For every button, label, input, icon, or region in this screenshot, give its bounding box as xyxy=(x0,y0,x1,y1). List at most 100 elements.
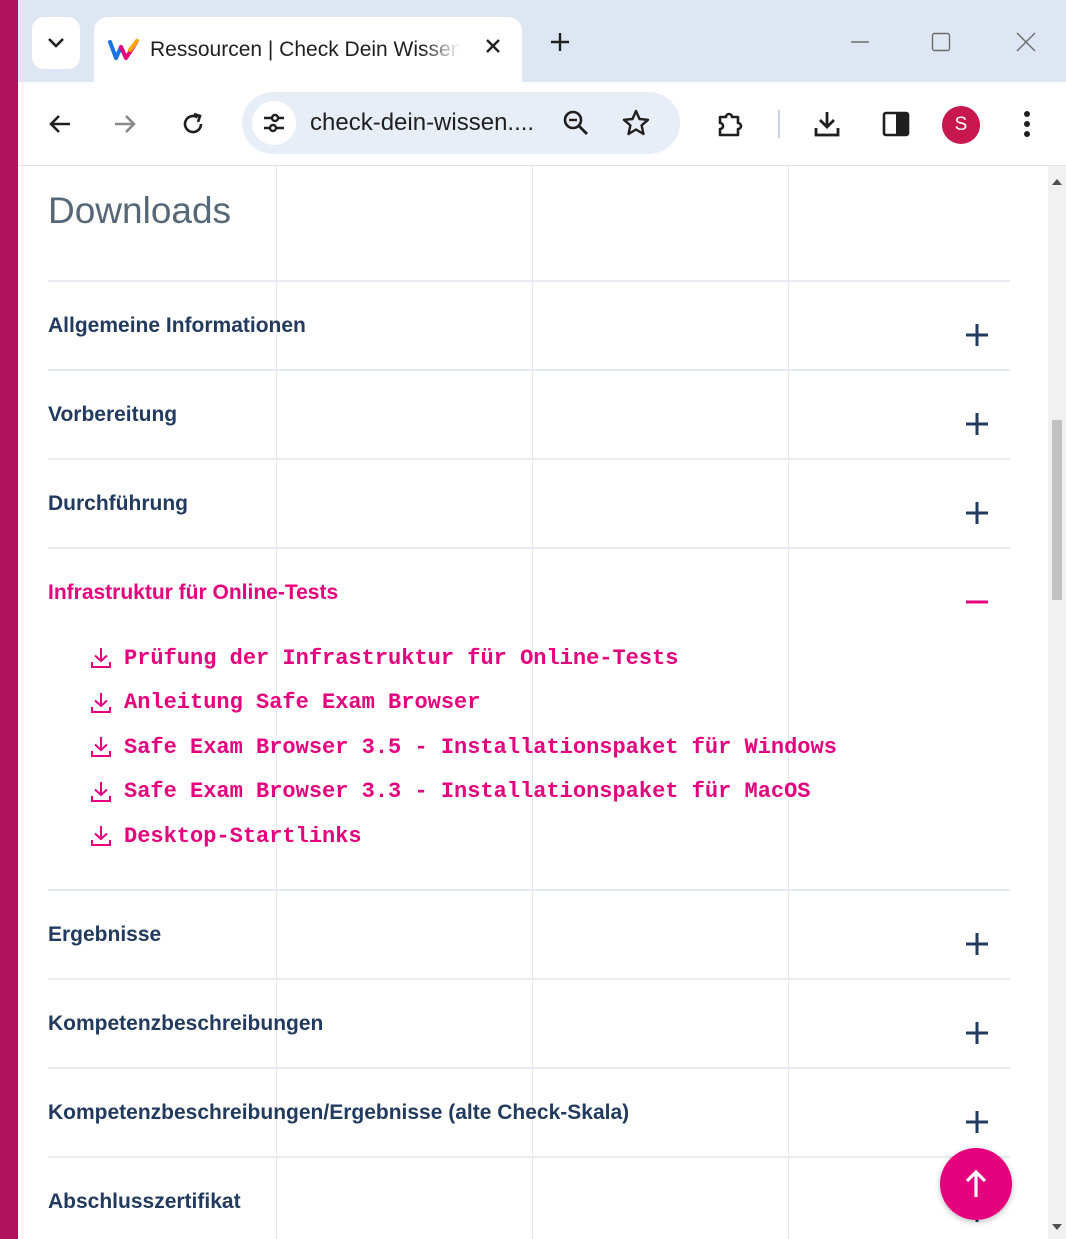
minimize-icon xyxy=(851,41,869,43)
accordion-header[interactable]: Abschlusszertifikat xyxy=(48,1158,1010,1239)
plus-icon xyxy=(551,33,569,51)
arrow-up-icon xyxy=(965,1169,987,1197)
download-link[interactable]: Prüfung der Infrastruktur für Online-Tes… xyxy=(88,636,1010,681)
accordion-header[interactable]: Kompetenzbeschreibungen xyxy=(48,980,1010,1067)
accordion-header[interactable]: Infrastruktur für Online-Tests xyxy=(48,549,1010,636)
expand-toggle[interactable] xyxy=(964,411,990,437)
accordion-item-abschlusszertifikat: Abschlusszertifikat xyxy=(48,1155,1010,1239)
accordion-title: Kompetenzbeschreibungen/Ergebnisse (alte… xyxy=(48,1100,630,1124)
tab-close-button[interactable] xyxy=(478,31,508,61)
url-text: check-dein-wissen.... xyxy=(310,109,535,136)
download-link-label: Anleitung Safe Exam Browser xyxy=(124,690,481,716)
check-dein-wissen-logo xyxy=(108,35,142,65)
download-link[interactable]: Anleitung Safe Exam Browser xyxy=(88,681,1010,726)
accordion-item-ergebnisse: Ergebnisse xyxy=(48,888,1010,978)
close-icon xyxy=(486,39,500,53)
side-panel-icon xyxy=(882,111,910,137)
back-button[interactable] xyxy=(38,102,82,146)
browser-window: Ressourcen | Check Dein Wissen check-dei… xyxy=(18,0,1066,1239)
accordion-title: Ergebnisse xyxy=(48,922,162,946)
accordion-header[interactable]: Allgemeine Informationen xyxy=(48,282,1010,369)
page-content: Downloads Allgemeine Informationen Vorbe… xyxy=(18,166,1048,1239)
accordion-header[interactable]: Durchführung xyxy=(48,460,1010,547)
plus-icon xyxy=(966,413,988,435)
new-tab-button[interactable] xyxy=(542,24,578,60)
download-icon xyxy=(88,734,114,760)
accordion-title: Vorbereitung xyxy=(48,403,178,426)
kebab-menu-icon xyxy=(1024,111,1030,137)
accordion-item-kompetenzbeschreibungen: Kompetenzbeschreibungen xyxy=(48,977,1010,1067)
download-icon xyxy=(88,779,114,805)
browser-menu-button[interactable] xyxy=(1005,102,1049,146)
browser-toolbar: check-dein-wissen.... S xyxy=(18,82,1066,166)
expand-toggle[interactable] xyxy=(964,1020,990,1046)
accordion-title: Durchführung xyxy=(48,492,188,515)
tune-icon xyxy=(264,113,284,133)
arrow-right-icon xyxy=(115,115,136,133)
expand-toggle[interactable] xyxy=(964,500,990,526)
accordion-item-infrastruktur: Infrastruktur für Online-Tests Prüfung d… xyxy=(48,547,1010,889)
reload-button[interactable] xyxy=(171,102,215,146)
accordion-item-kompetenzbeschreibungen-alt: Kompetenzbeschreibungen/Ergebnisse (alte… xyxy=(48,1066,1010,1156)
download-icon xyxy=(88,690,114,716)
accordion-header[interactable]: Kompetenzbeschreibungen/Ergebnisse (alte… xyxy=(48,1069,1010,1156)
accordion-title: Kompetenzbeschreibungen xyxy=(48,1011,324,1035)
collapse-toggle[interactable] xyxy=(964,589,990,615)
accordion-title: Allgemeine Informationen xyxy=(48,314,306,337)
profile-avatar[interactable]: S xyxy=(942,106,980,144)
reload-icon xyxy=(183,112,203,134)
active-tab[interactable]: Ressourcen | Check Dein Wissen xyxy=(94,17,522,82)
downloads-accordion: Allgemeine Informationen Vorbereitung Du… xyxy=(48,280,1010,1239)
accordion-header[interactable]: Ergebnisse xyxy=(48,891,1010,978)
expand-toggle[interactable] xyxy=(964,1109,990,1135)
page-title: Downloads xyxy=(48,190,232,231)
site-info-button[interactable] xyxy=(252,101,296,145)
minimize-button[interactable] xyxy=(840,22,880,62)
download-link[interactable]: Safe Exam Browser 3.5 - Installationspak… xyxy=(88,725,1010,770)
accordion-item-allgemeine-informationen: Allgemeine Informationen xyxy=(48,280,1010,369)
download-link-label: Safe Exam Browser 3.3 - Installationspak… xyxy=(124,779,811,805)
bookmark-button[interactable] xyxy=(618,105,654,141)
minus-icon xyxy=(966,600,988,604)
expand-toggle[interactable] xyxy=(964,931,990,957)
page-scrollbar[interactable] xyxy=(1048,166,1066,1239)
plus-icon xyxy=(966,1021,988,1044)
accordion-header[interactable]: Vorbereitung xyxy=(48,371,1010,458)
download-link-label: Prüfung der Infrastruktur für Online-Tes… xyxy=(124,645,679,671)
accordion-title: Infrastruktur für Online-Tests xyxy=(48,581,339,604)
zoom-out-icon xyxy=(563,110,588,135)
forward-button[interactable] xyxy=(103,102,147,146)
chevron-down-icon xyxy=(48,38,64,48)
tab-search-button[interactable] xyxy=(32,17,80,69)
download-link[interactable]: Safe Exam Browser 3.3 - Installationspak… xyxy=(88,770,1010,815)
accordion-item-vorbereitung: Vorbereitung xyxy=(48,369,1010,458)
triangle-down-icon xyxy=(1052,1224,1062,1230)
arrow-left-icon xyxy=(49,115,70,133)
download-icon xyxy=(88,645,114,671)
toolbar-separator xyxy=(778,110,780,138)
download-link[interactable]: Desktop-Startlinks xyxy=(88,814,1010,859)
download-link-label: Desktop-Startlinks xyxy=(124,823,362,849)
download-link-label: Safe Exam Browser 3.5 - Installationspak… xyxy=(124,734,837,760)
plus-icon xyxy=(966,324,988,346)
back-to-top-button[interactable] xyxy=(940,1148,1012,1220)
scrollbar-thumb[interactable] xyxy=(1052,420,1062,600)
scroll-up-arrow[interactable] xyxy=(1051,176,1063,188)
plus-icon xyxy=(966,932,988,955)
extensions-button[interactable] xyxy=(708,102,752,146)
puzzle-icon xyxy=(718,112,743,137)
tab-strip: Ressourcen | Check Dein Wissen xyxy=(18,0,1066,82)
star-icon xyxy=(622,109,650,136)
downloads-button[interactable] xyxy=(805,102,849,146)
window-close-button[interactable] xyxy=(1006,22,1046,62)
maximize-button[interactable] xyxy=(921,22,961,62)
download-icon xyxy=(88,823,114,849)
zoom-button[interactable] xyxy=(558,105,594,141)
expand-toggle[interactable] xyxy=(964,322,990,348)
plus-icon xyxy=(966,502,988,524)
accordion-body: Prüfung der Infrastruktur für Online-Tes… xyxy=(48,636,1010,889)
address-bar[interactable]: check-dein-wissen.... xyxy=(242,92,680,154)
side-panel-button[interactable] xyxy=(874,102,918,146)
scroll-down-arrow[interactable] xyxy=(1051,1221,1063,1233)
close-icon xyxy=(1016,32,1036,52)
